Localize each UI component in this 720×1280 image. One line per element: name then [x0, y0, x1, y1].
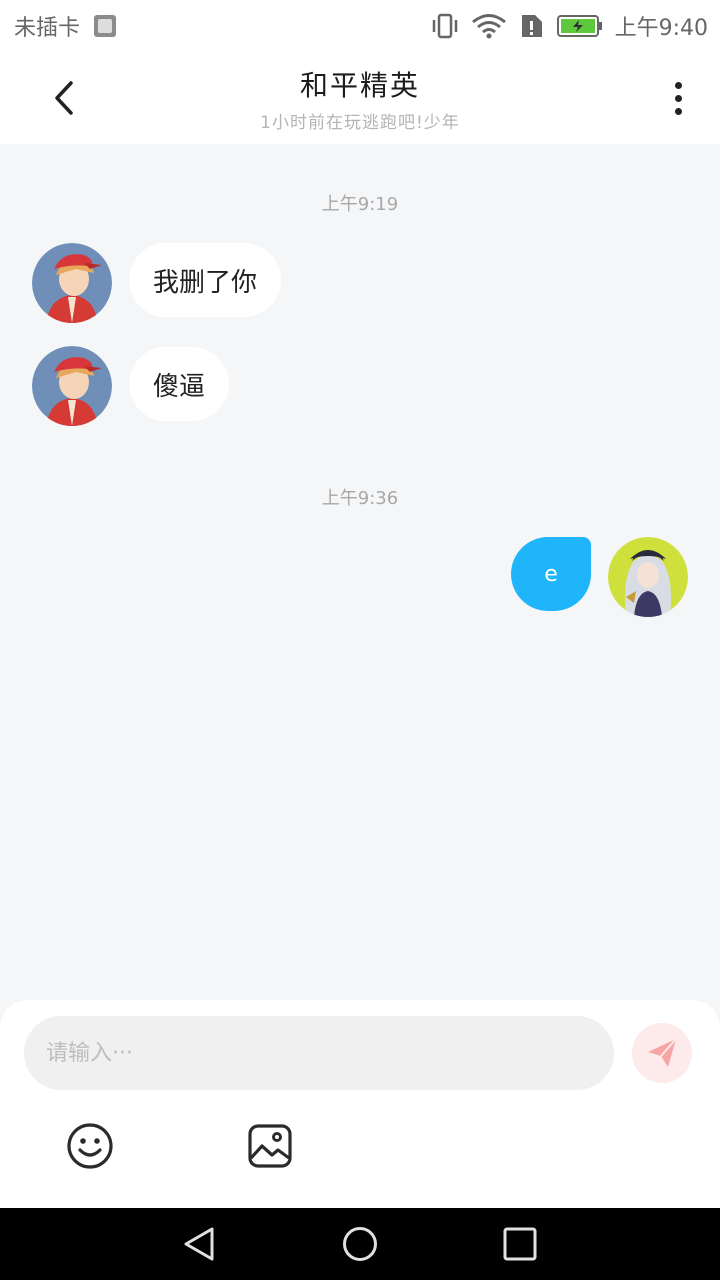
- sim-alert-icon: [519, 13, 545, 39]
- carrier-text: 未插卡: [14, 16, 81, 41]
- paper-plane-icon: [648, 1038, 677, 1067]
- red-cap-boy-avatar-icon: [32, 346, 112, 426]
- status-left: 未插卡: [14, 10, 117, 42]
- back-button[interactable]: [36, 70, 92, 126]
- message-input[interactable]: [24, 1016, 614, 1090]
- nav-recents-button[interactable]: [502, 1226, 538, 1262]
- image-button[interactable]: [246, 1122, 294, 1170]
- chat-header: 和平精英 1小时前在玩逃跑吧!少年: [0, 52, 720, 144]
- title-block: 和平精英 1小时前在玩逃跑吧!少年: [160, 64, 560, 133]
- chat-subtitle: 1小时前在玩逃跑吧!少年: [260, 113, 460, 133]
- chevron-left-icon: [55, 81, 73, 115]
- send-button[interactable]: [632, 1023, 692, 1083]
- system-nav-bar: [0, 1208, 720, 1280]
- home-circle-icon: [343, 1227, 377, 1261]
- vibrate-icon: [431, 13, 459, 39]
- back-triangle-icon: [184, 1227, 214, 1261]
- status-time: 上午9:40: [614, 16, 708, 41]
- more-vertical-icon-dot: [674, 107, 682, 115]
- input-panel: [0, 1000, 720, 1208]
- anime-girl-avatar-icon: [608, 537, 688, 617]
- message-list[interactable]: 上午9:19 我删了你 傻逼 上午9:36 e: [0, 144, 720, 1000]
- avatar-me[interactable]: [608, 537, 688, 617]
- battery-charging-icon: [556, 13, 603, 39]
- more-vertical-icon-dot: [674, 81, 682, 89]
- timestamp: 上午9:19: [321, 194, 399, 215]
- emoji-button[interactable]: [66, 1122, 114, 1170]
- chat-title: 和平精英: [299, 69, 420, 102]
- message-bubble-received[interactable]: 傻逼: [129, 347, 230, 421]
- status-right: 上午9:40: [419, 10, 708, 42]
- emoji-icon: [67, 1123, 113, 1169]
- avatar-other[interactable]: [32, 243, 112, 323]
- avatar-other[interactable]: [32, 346, 112, 426]
- more-options-button[interactable]: [658, 70, 698, 126]
- image-icon: [248, 1124, 292, 1168]
- recents-square-icon: [503, 1227, 537, 1261]
- timestamp: 上午9:36: [321, 488, 399, 509]
- chat-screen: 未插卡 上午9:40 和平精英 1小时前在玩逃跑吧!少年 上午9:19 我删了你…: [0, 0, 720, 1280]
- nav-home-button[interactable]: [342, 1226, 378, 1262]
- wifi-icon: [471, 13, 507, 39]
- image-indicator-icon: [94, 15, 117, 37]
- message-bubble-sent[interactable]: e: [511, 537, 591, 611]
- more-vertical-icon-dot: [674, 94, 682, 102]
- red-cap-boy-avatar-icon: [32, 243, 112, 323]
- nav-back-button[interactable]: [182, 1226, 218, 1262]
- status-bar: 未插卡 上午9:40: [0, 0, 720, 52]
- message-bubble-received[interactable]: 我删了你: [129, 243, 282, 317]
